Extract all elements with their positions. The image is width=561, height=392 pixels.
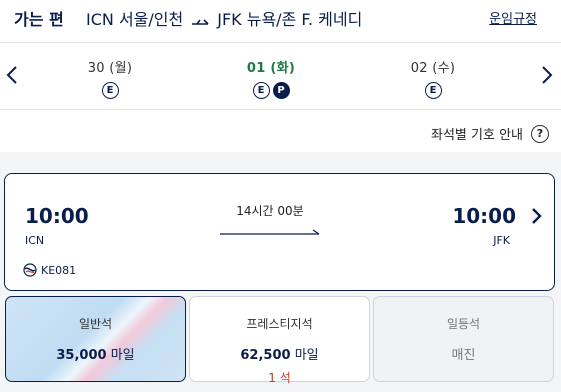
route: ICN 서울/인천 JFK 뉴욕/존 F. 케네디 [86, 6, 362, 30]
arrival-code: JFK [493, 234, 510, 247]
seats-remaining: 1 석 [268, 371, 291, 385]
direction-label: 가는 편 [14, 10, 64, 29]
fare-prestige[interactable]: 프레스티지석 62,500 마일 1 석 [189, 296, 370, 385]
fare-class-label: 일반석 [78, 317, 113, 331]
flight-card[interactable]: 10:00 ICN 14시간 00분 10:00 JFK KE081 [4, 173, 555, 291]
chevron-left-icon[interactable] [4, 65, 20, 85]
prestige-badge-icon: P [272, 82, 290, 99]
origin-label: ICN 서울/인천 [86, 10, 184, 29]
sold-out-status: 매진 [451, 348, 476, 363]
fare-miles-value: 35,000 [56, 348, 107, 363]
date-option-30[interactable]: 30 (월) E [50, 57, 170, 99]
date-selector: 30 (월) E 01 (화) E P 02 (수) E [0, 42, 561, 110]
departure-code: ICN [25, 234, 45, 247]
flight-number-label: KE081 [41, 263, 77, 277]
economy-badge-icon: E [101, 82, 119, 99]
fare-miles-value: 62,500 [240, 348, 291, 363]
fare-miles-unit: 마일 [294, 348, 319, 363]
flight-number: KE081 [23, 263, 76, 277]
date-label: 01 (화) [246, 61, 296, 76]
fare-miles: 62,500 마일 [190, 344, 369, 363]
chevron-right-icon[interactable] [530, 206, 544, 226]
help-icon: ? [531, 124, 549, 143]
date-option-02[interactable]: 02 (수) E [373, 57, 493, 99]
trip-header: 가는 편 ICN 서울/인천 JFK 뉴욕/존 F. 케네디 운임규정 [0, 0, 561, 36]
arrival-time: 10:00 [452, 204, 516, 228]
fare-miles: 35,000 마일 [6, 344, 185, 363]
destination-label: JFK 뉴욕/존 F. 케네디 [217, 10, 363, 29]
fare-class-label: 일등석 [446, 317, 481, 331]
seat-legend-link[interactable]: 좌석별 기호 안내 ? [431, 124, 549, 143]
date-label: 02 (수) [410, 61, 456, 76]
fare-economy[interactable]: 일반석 35,000 마일 [5, 296, 186, 382]
economy-badge-icon: E [424, 82, 442, 99]
fare-class-label: 프레스티지석 [246, 317, 313, 331]
flight-duration: 14시간 00분 [236, 204, 304, 218]
seat-legend-label: 좌석별 기호 안내 [431, 128, 523, 143]
fare-rules-link[interactable]: 운임규정 [489, 8, 537, 27]
departure-time: 10:00 [25, 204, 89, 228]
plane-icon [191, 13, 209, 25]
chevron-right-icon[interactable] [539, 65, 555, 85]
economy-badge-icon: E [252, 82, 270, 99]
korean-air-logo-icon [23, 263, 37, 277]
fare-first: 일등석 매진 [373, 296, 554, 382]
date-label: 30 (월) [87, 61, 133, 76]
arrow-right-icon [220, 222, 320, 235]
fare-miles-unit: 마일 [110, 348, 135, 363]
date-option-01[interactable]: 01 (화) E P [211, 57, 331, 99]
